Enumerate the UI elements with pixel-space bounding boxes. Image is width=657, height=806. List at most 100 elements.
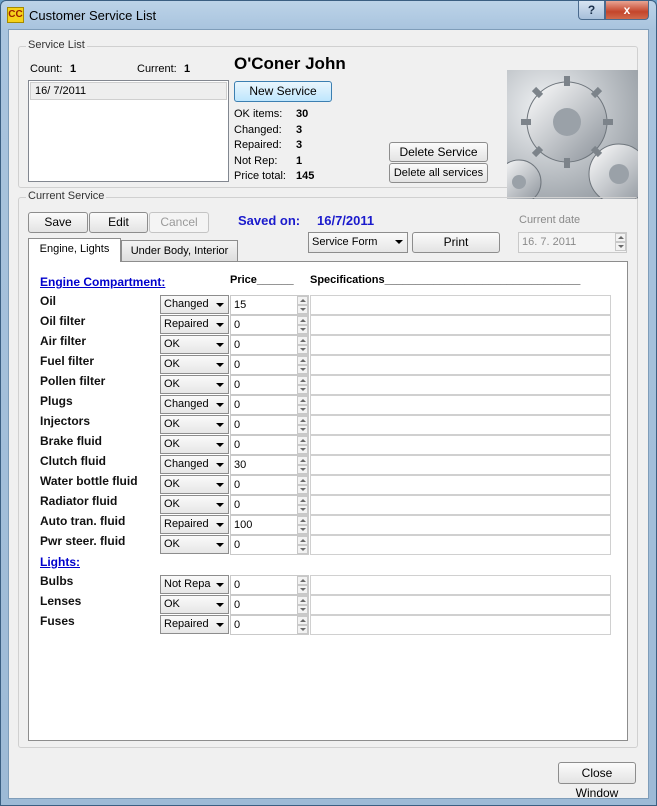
spin-up-icon[interactable] bbox=[297, 296, 308, 305]
status-select[interactable]: Not Repa bbox=[160, 575, 229, 594]
spin-up-icon[interactable] bbox=[297, 536, 308, 545]
status-select[interactable]: Changed bbox=[160, 455, 229, 474]
status-select[interactable]: OK bbox=[160, 535, 229, 554]
status-select[interactable]: OK bbox=[160, 335, 229, 354]
save-button[interactable]: Save bbox=[28, 212, 88, 233]
specification-input[interactable] bbox=[310, 455, 611, 475]
spin-down-icon[interactable] bbox=[297, 545, 308, 554]
specification-input[interactable] bbox=[310, 315, 611, 335]
client-area: Service List Count: 1 Current: 1 16/ 7/2… bbox=[8, 29, 649, 800]
specification-input[interactable] bbox=[310, 615, 611, 635]
spin-up-icon[interactable] bbox=[297, 376, 308, 385]
spin-up-icon[interactable] bbox=[297, 476, 308, 485]
spin-down-icon[interactable] bbox=[615, 242, 626, 251]
specification-input[interactable] bbox=[310, 475, 611, 495]
price-spinbox[interactable]: 0 bbox=[230, 315, 309, 335]
specification-input[interactable] bbox=[310, 435, 611, 455]
specification-input[interactable] bbox=[310, 495, 611, 515]
price-spinbox[interactable]: 0 bbox=[230, 415, 309, 435]
service-listbox[interactable]: 16/ 7/2011 bbox=[28, 80, 229, 182]
specification-input[interactable] bbox=[310, 335, 611, 355]
spin-up-icon[interactable] bbox=[297, 496, 308, 505]
spin-up-icon[interactable] bbox=[297, 516, 308, 525]
tab-engine-lights[interactable]: Engine, Lights bbox=[28, 238, 121, 262]
status-select[interactable]: OK bbox=[160, 475, 229, 494]
spin-up-icon[interactable] bbox=[297, 456, 308, 465]
current-date-field[interactable]: 16. 7. 2011 bbox=[518, 232, 627, 253]
status-select[interactable]: Repaired bbox=[160, 315, 229, 334]
price-spinbox[interactable]: 0 bbox=[230, 395, 309, 415]
specification-input[interactable] bbox=[310, 355, 611, 375]
status-select[interactable]: Changed bbox=[160, 395, 229, 414]
title-bar[interactable]: CC Customer Service List ? x bbox=[1, 1, 656, 29]
spin-down-icon[interactable] bbox=[297, 405, 308, 414]
spin-down-icon[interactable] bbox=[297, 605, 308, 614]
spin-down-icon[interactable] bbox=[297, 365, 308, 374]
spin-up-icon[interactable] bbox=[297, 336, 308, 345]
spin-down-icon[interactable] bbox=[297, 525, 308, 534]
spin-up-icon[interactable] bbox=[297, 596, 308, 605]
spin-down-icon[interactable] bbox=[297, 485, 308, 494]
price-spinbox[interactable]: 0 bbox=[230, 335, 309, 355]
status-select[interactable]: OK bbox=[160, 595, 229, 614]
spin-up-icon[interactable] bbox=[297, 396, 308, 405]
spin-up-icon[interactable] bbox=[615, 233, 626, 242]
spin-down-icon[interactable] bbox=[297, 385, 308, 394]
cancel-button[interactable]: Cancel bbox=[149, 212, 209, 233]
spin-down-icon[interactable] bbox=[297, 465, 308, 474]
price-spinbox[interactable]: 0 bbox=[230, 575, 309, 595]
status-select[interactable]: Changed bbox=[160, 295, 229, 314]
status-select[interactable]: OK bbox=[160, 415, 229, 434]
price-spinbox[interactable]: 0 bbox=[230, 595, 309, 615]
new-service-button[interactable]: New Service bbox=[234, 81, 332, 102]
close-icon[interactable]: x bbox=[605, 1, 649, 20]
price-spinbox[interactable]: 15 bbox=[230, 295, 309, 315]
spin-up-icon[interactable] bbox=[297, 616, 308, 625]
print-button[interactable]: Print bbox=[412, 232, 500, 253]
spin-down-icon[interactable] bbox=[297, 425, 308, 434]
price-spinbox[interactable]: 0 bbox=[230, 475, 309, 495]
spin-down-icon[interactable] bbox=[297, 445, 308, 454]
status-select[interactable]: Repaired bbox=[160, 615, 229, 634]
spin-up-icon[interactable] bbox=[297, 576, 308, 585]
spin-down-icon[interactable] bbox=[297, 625, 308, 634]
price-spinbox[interactable]: 0 bbox=[230, 535, 309, 555]
specification-input[interactable] bbox=[310, 515, 611, 535]
spin-down-icon[interactable] bbox=[297, 345, 308, 354]
spin-down-icon[interactable] bbox=[297, 505, 308, 514]
specification-input[interactable] bbox=[310, 535, 611, 555]
list-item[interactable]: 16/ 7/2011 bbox=[30, 82, 227, 100]
status-select[interactable]: Repaired bbox=[160, 515, 229, 534]
status-select[interactable]: OK bbox=[160, 435, 229, 454]
help-button[interactable]: ? bbox=[578, 1, 605, 20]
delete-all-services-button[interactable]: Delete all services bbox=[389, 163, 488, 183]
status-select[interactable]: OK bbox=[160, 495, 229, 514]
price-spinbox[interactable]: 30 bbox=[230, 455, 309, 475]
edit-button[interactable]: Edit bbox=[89, 212, 148, 233]
close-window-button[interactable]: Close Window bbox=[558, 762, 636, 800]
price-spinbox[interactable]: 100 bbox=[230, 515, 309, 535]
status-select[interactable]: OK bbox=[160, 375, 229, 394]
delete-service-button[interactable]: Delete Service bbox=[389, 142, 488, 162]
spin-up-icon[interactable] bbox=[297, 316, 308, 325]
specification-input[interactable] bbox=[310, 295, 611, 315]
service-form-select[interactable]: Service Form bbox=[308, 232, 408, 253]
specification-input[interactable] bbox=[310, 575, 611, 595]
tab-under-body-interior[interactable]: Under Body, Interior bbox=[121, 240, 238, 262]
spin-down-icon[interactable] bbox=[297, 585, 308, 594]
spin-down-icon[interactable] bbox=[297, 325, 308, 334]
spin-down-icon[interactable] bbox=[297, 305, 308, 314]
specification-input[interactable] bbox=[310, 375, 611, 395]
spin-up-icon[interactable] bbox=[297, 416, 308, 425]
status-select[interactable]: OK bbox=[160, 355, 229, 374]
price-spinbox[interactable]: 0 bbox=[230, 355, 309, 375]
specification-input[interactable] bbox=[310, 395, 611, 415]
price-spinbox[interactable]: 0 bbox=[230, 495, 309, 515]
specification-input[interactable] bbox=[310, 595, 611, 615]
price-spinbox[interactable]: 0 bbox=[230, 375, 309, 395]
specification-input[interactable] bbox=[310, 415, 611, 435]
price-spinbox[interactable]: 0 bbox=[230, 435, 309, 455]
spin-up-icon[interactable] bbox=[297, 356, 308, 365]
price-spinbox[interactable]: 0 bbox=[230, 615, 309, 635]
spin-up-icon[interactable] bbox=[297, 436, 308, 445]
